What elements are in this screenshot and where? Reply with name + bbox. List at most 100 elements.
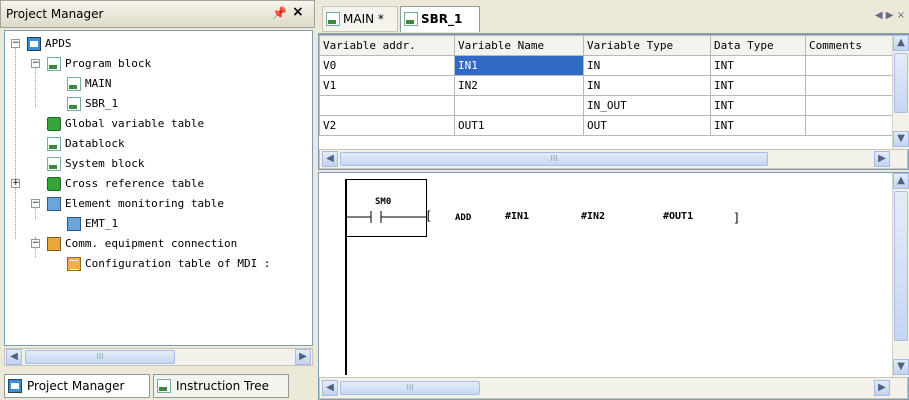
- tree-horizontal-scrollbar[interactable]: ◀ III ▶: [4, 348, 313, 366]
- program-icon: [326, 12, 340, 26]
- tab-prev-icon[interactable]: ◀: [875, 10, 883, 21]
- instruction-mnemonic[interactable]: ADD: [455, 213, 471, 223]
- tab-label: SBR_1: [421, 12, 463, 26]
- table-cell[interactable]: INT: [710, 95, 806, 116]
- tree-node-label: Datablock: [65, 137, 125, 150]
- monitor-icon: [47, 197, 61, 211]
- collapse-icon[interactable]: −: [31, 239, 40, 248]
- ladder-editor[interactable]: SM0 [ ADD #IN1 #IN2 #OUT1 ] ▲ ▼ ◀ III ▶: [318, 172, 909, 400]
- table-row[interactable]: V2 OUT1 OUT INT: [319, 115, 893, 136]
- program-icon: [67, 97, 81, 111]
- variable-table-vertical-scrollbar[interactable]: ▲ ▼: [892, 35, 909, 149]
- scroll-right-icon[interactable]: ▶: [874, 380, 890, 396]
- scroll-left-icon[interactable]: ◀: [322, 380, 338, 396]
- tree-node-label: SBR_1: [85, 97, 119, 110]
- ladder-horizontal-scrollbar[interactable]: ◀ III ▶: [319, 377, 908, 399]
- column-header[interactable]: Variable addr.: [319, 35, 455, 56]
- table-cell[interactable]: IN: [583, 55, 711, 76]
- variable-table: Variable addr. Variable Name Variable Ty…: [319, 35, 893, 136]
- scroll-right-icon[interactable]: ▶: [874, 151, 890, 167]
- box-close-bracket: ]: [733, 211, 741, 225]
- ladder-vertical-scrollbar[interactable]: ▲ ▼: [892, 173, 909, 377]
- tab-sbr-1[interactable]: SBR_1: [400, 6, 480, 32]
- table-cell[interactable]: IN_OUT: [583, 95, 711, 116]
- program-icon: [404, 12, 418, 26]
- close-icon[interactable]: ×: [292, 4, 304, 20]
- scroll-up-icon[interactable]: ▲: [893, 173, 909, 189]
- tree-node-label: Comm. equipment connection: [65, 237, 238, 250]
- table-cell[interactable]: [805, 95, 893, 116]
- project-icon: [27, 37, 41, 51]
- scroll-down-icon[interactable]: ▼: [893, 131, 909, 147]
- scroll-left-icon[interactable]: ◀: [322, 151, 338, 167]
- tree-node-label: Program block: [65, 57, 152, 70]
- scroll-up-icon[interactable]: ▲: [893, 35, 909, 51]
- tab-label: Project Manager: [27, 379, 125, 393]
- column-header[interactable]: Data Type: [710, 35, 806, 56]
- collapse-icon[interactable]: −: [31, 59, 40, 68]
- project-manager-icon: [8, 379, 22, 393]
- datablock-icon: [47, 137, 61, 151]
- table-row[interactable]: V1 IN2 IN INT: [319, 75, 893, 96]
- tab-navigation: ◀ ▶ ×: [875, 10, 905, 21]
- operand-in1[interactable]: #IN1: [505, 211, 529, 222]
- tab-main[interactable]: MAIN *: [322, 6, 398, 32]
- scroll-thumb[interactable]: III: [340, 152, 768, 166]
- tree-node-label: System block: [65, 157, 145, 170]
- comm-icon: [47, 237, 61, 251]
- tree-node-label: Global variable table: [65, 117, 205, 130]
- contact-symbol[interactable]: [347, 209, 437, 225]
- table-cell[interactable]: [805, 55, 893, 76]
- tab-next-icon[interactable]: ▶: [886, 10, 894, 21]
- table-cell[interactable]: IN2: [454, 75, 584, 96]
- table-row[interactable]: IN_OUT INT: [319, 95, 893, 116]
- table-cell[interactable]: V0: [319, 55, 455, 76]
- tree-guide-line: [35, 67, 36, 107]
- table-cell[interactable]: INT: [710, 55, 806, 76]
- table-cell[interactable]: V2: [319, 115, 455, 136]
- pin-icon[interactable]: 📌: [272, 6, 287, 20]
- project-tree: − APDS − Program block MAIN SBR_1 Global…: [4, 30, 313, 346]
- column-header[interactable]: Variable Type: [583, 35, 711, 56]
- tab-project-manager[interactable]: Project Manager: [4, 374, 150, 398]
- collapse-icon[interactable]: −: [11, 39, 20, 48]
- operand-out1[interactable]: #OUT1: [663, 211, 693, 222]
- table-header-row: Variable addr. Variable Name Variable Ty…: [319, 35, 893, 56]
- tab-close-icon[interactable]: ×: [897, 10, 905, 21]
- scroll-thumb[interactable]: [894, 53, 908, 113]
- monitor-item-icon: [67, 217, 81, 231]
- table-cell[interactable]: OUT1: [454, 115, 584, 136]
- table-cell[interactable]: V1: [319, 75, 455, 96]
- scroll-thumb[interactable]: III: [25, 350, 175, 364]
- table-cell[interactable]: IN: [583, 75, 711, 96]
- scroll-thumb[interactable]: [894, 191, 908, 341]
- tree-guide-line: [15, 45, 16, 239]
- table-cell[interactable]: [805, 75, 893, 96]
- table-cell[interactable]: INT: [710, 75, 806, 96]
- tree-node-label: Element monitoring table: [65, 197, 224, 210]
- tree-node-label: MAIN: [85, 77, 112, 90]
- tab-label: Instruction Tree: [176, 379, 270, 393]
- table-cell[interactable]: OUT: [583, 115, 711, 136]
- column-header[interactable]: Comments: [805, 35, 893, 56]
- variable-table-horizontal-scrollbar[interactable]: ◀ III ▶: [319, 149, 908, 169]
- scroll-thumb[interactable]: III: [340, 381, 480, 395]
- table-cell[interactable]: [319, 95, 455, 116]
- cross-ref-icon: [47, 177, 61, 191]
- operand-in2[interactable]: #IN2: [581, 211, 605, 222]
- table-cell-selected[interactable]: IN1: [454, 55, 584, 76]
- tab-instruction-tree[interactable]: Instruction Tree: [153, 374, 289, 398]
- scroll-right-icon[interactable]: ▶: [295, 349, 311, 365]
- table-row[interactable]: V0 IN1 IN INT: [319, 55, 893, 76]
- table-cell[interactable]: INT: [710, 115, 806, 136]
- tree-node-label: Cross reference table: [65, 177, 205, 190]
- scroll-down-icon[interactable]: ▼: [893, 359, 909, 375]
- table-cell[interactable]: [454, 95, 584, 116]
- system-block-icon: [47, 157, 61, 171]
- expand-icon[interactable]: +: [11, 179, 20, 188]
- collapse-icon[interactable]: −: [31, 199, 40, 208]
- scroll-left-icon[interactable]: ◀: [6, 349, 22, 365]
- column-header[interactable]: Variable Name: [454, 35, 584, 56]
- variable-table-panel: Variable addr. Variable Name Variable Ty…: [318, 34, 909, 170]
- table-cell[interactable]: [805, 115, 893, 136]
